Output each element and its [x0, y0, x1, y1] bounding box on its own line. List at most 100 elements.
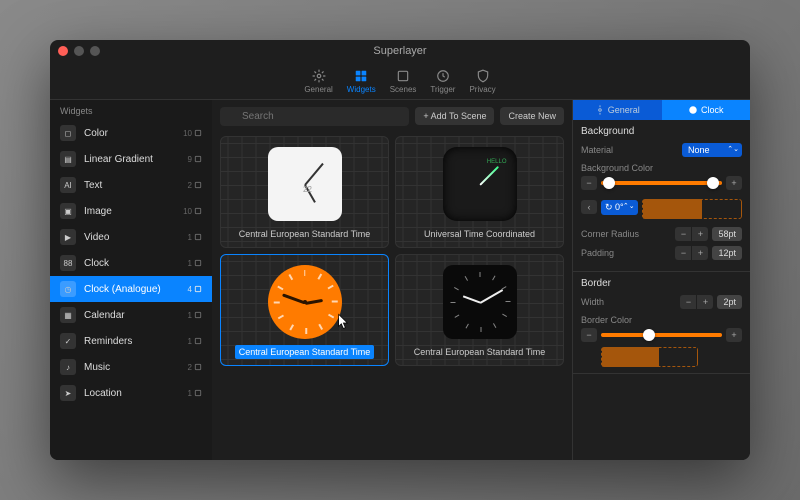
bolt-icon	[435, 68, 451, 84]
tab-trigger[interactable]: Trigger	[430, 68, 455, 94]
border-gradient-preview	[601, 347, 698, 367]
sidebar-item-music[interactable]: ♪ Music 2	[50, 354, 212, 380]
widget-card[interactable]: 22 Central European Standard Time	[220, 136, 389, 248]
border-width-value: 2pt	[717, 295, 742, 309]
angle-select[interactable]: ↻ 0°	[601, 200, 638, 215]
corner-radius-value: 58pt	[712, 227, 742, 241]
material-label: Material	[581, 145, 678, 155]
inspector: General Clock Background Material None B…	[572, 100, 750, 460]
app-window: Superlayer General Widgets Scenes Trigge…	[50, 40, 750, 460]
sidebar-item-label: Music	[84, 362, 180, 373]
bg-color-add-button[interactable]: +	[726, 176, 742, 190]
border-color-add-button[interactable]: +	[726, 328, 742, 342]
sidebar-item-clock[interactable]: 88 Clock 1	[50, 250, 212, 276]
sidebar-item-reminders[interactable]: ✓ Reminders 1	[50, 328, 212, 354]
padding-stepper[interactable]: −+	[675, 246, 708, 260]
widget-card[interactable]: HELLO Universal Time Coordinated	[395, 136, 564, 248]
tab-scenes[interactable]: Scenes	[390, 68, 417, 94]
bg-color-label: Background Color	[581, 163, 742, 173]
border-width-stepper[interactable]: −+	[680, 295, 713, 309]
main-panel: + Add To Scene Create New 22 Central Eur…	[212, 100, 572, 460]
angle-back-button[interactable]: ‹	[581, 200, 597, 214]
widget-grid: 22 Central European Standard Time HELLO …	[212, 132, 572, 460]
padding-label: Padding	[581, 248, 671, 258]
tab-general[interactable]: General	[304, 68, 332, 94]
section-background: Background Material None Background Colo…	[573, 120, 750, 272]
widget-card[interactable]: Central European Standard Time	[220, 254, 389, 366]
tab-widgets[interactable]: Widgets	[347, 68, 376, 94]
tab-privacy[interactable]: Privacy	[469, 68, 495, 94]
bg-color-remove-button[interactable]: −	[581, 176, 597, 190]
main-tabbar: General Widgets Scenes Trigger Privacy	[50, 62, 750, 100]
sidebar-item-count: 10	[183, 207, 202, 216]
sidebar-item-count: 2	[188, 181, 202, 190]
calendar-icon: ▦	[60, 307, 76, 323]
sidebar-header: Widgets	[50, 100, 212, 120]
sidebar-item-label: Color	[84, 128, 175, 139]
card-preview	[268, 265, 342, 339]
card-label: Universal Time Coordinated	[420, 227, 539, 241]
sidebar-item-label: Image	[84, 206, 175, 217]
widget-card[interactable]: Central European Standard Time	[395, 254, 564, 366]
minimize-window-button[interactable]	[74, 46, 84, 56]
sidebar-item-label: Calendar	[84, 310, 180, 321]
search-input[interactable]	[220, 107, 409, 126]
inspector-tab-clock[interactable]: Clock	[662, 100, 751, 120]
AI-icon: AI	[60, 177, 76, 193]
card-preview: 22	[268, 147, 342, 221]
sidebar-item-text[interactable]: AI Text 2	[50, 172, 212, 198]
main-toolbar: + Add To Scene Create New	[212, 100, 572, 132]
border-color-remove-button[interactable]: −	[581, 328, 597, 342]
video-icon: ▶	[60, 229, 76, 245]
check-icon: ✓	[60, 333, 76, 349]
material-select[interactable]: None	[682, 143, 742, 157]
stack-icon	[395, 68, 411, 84]
gear-icon	[311, 68, 327, 84]
sidebar-item-linear-gradient[interactable]: ▤ Linear Gradient 9	[50, 146, 212, 172]
border-color-label: Border Color	[581, 315, 742, 325]
sidebar-item-color[interactable]: ◻ Color 10	[50, 120, 212, 146]
digital-icon: 88	[60, 255, 76, 271]
section-title-border: Border	[581, 278, 742, 289]
titlebar: Superlayer	[50, 40, 750, 62]
sidebar-item-clock-analogue-[interactable]: ◷ Clock (Analogue) 4	[50, 276, 212, 302]
maximize-window-button[interactable]	[90, 46, 100, 56]
bg-color-slider[interactable]	[601, 181, 722, 185]
border-color-slider[interactable]	[601, 333, 722, 337]
sidebar-item-count: 1	[188, 389, 202, 398]
gradient-icon: ▤	[60, 151, 76, 167]
body: Widgets ◻ Color 10 ▤ Linear Gradient 9 A…	[50, 100, 750, 460]
card-label: Central European Standard Time	[235, 345, 375, 359]
section-title-background: Background	[581, 126, 742, 137]
grid-icon	[353, 68, 369, 84]
add-to-scene-button[interactable]: + Add To Scene	[415, 107, 494, 125]
sidebar-item-count: 4	[188, 285, 202, 294]
pin-icon: ➤	[60, 385, 76, 401]
card-label: Central European Standard Time	[410, 345, 550, 359]
sidebar-item-label: Text	[84, 180, 180, 191]
gradient-preview	[642, 199, 742, 219]
search-wrap	[220, 106, 409, 126]
corner-radius-stepper[interactable]: −+	[675, 227, 708, 241]
sidebar-item-count: 1	[188, 259, 202, 268]
sidebar-item-location[interactable]: ➤ Location 1	[50, 380, 212, 406]
close-window-button[interactable]	[58, 46, 68, 56]
sidebar-item-count: 1	[188, 311, 202, 320]
sidebar-item-label: Linear Gradient	[84, 154, 180, 165]
sidebar-item-label: Reminders	[84, 336, 180, 347]
window-title: Superlayer	[50, 45, 750, 57]
section-border: Border Width −+ 2pt Border Color − +	[573, 272, 750, 374]
sidebar-item-count: 9	[188, 155, 202, 164]
create-new-button[interactable]: Create New	[500, 107, 564, 125]
sidebar-item-video[interactable]: ▶ Video 1	[50, 224, 212, 250]
square-icon: ◻	[60, 125, 76, 141]
sidebar-item-count: 2	[188, 363, 202, 372]
corner-radius-label: Corner Radius	[581, 229, 671, 239]
sidebar: Widgets ◻ Color 10 ▤ Linear Gradient 9 A…	[50, 100, 212, 460]
inspector-tab-general[interactable]: General	[573, 100, 662, 120]
inspector-tabs: General Clock	[573, 100, 750, 120]
shield-icon	[475, 68, 491, 84]
sidebar-item-calendar[interactable]: ▦ Calendar 1	[50, 302, 212, 328]
sidebar-item-label: Video	[84, 232, 180, 243]
sidebar-item-image[interactable]: ▣ Image 10	[50, 198, 212, 224]
